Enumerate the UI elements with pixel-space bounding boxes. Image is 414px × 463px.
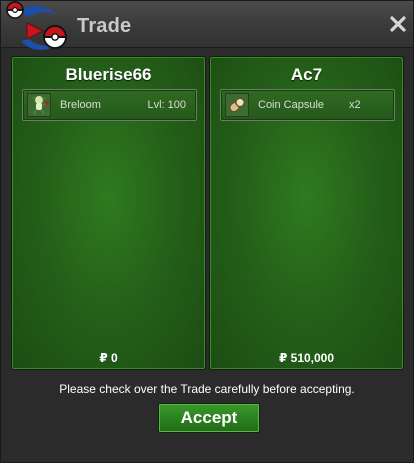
money-offer-right: ₽ 510,000 (278, 351, 335, 365)
offer-panel-left: Bluerise66 Breloom Lvl: 100 ₽ 0 (11, 56, 206, 370)
money-offer-left: ₽ 0 (99, 351, 118, 365)
player-name-left: Bluerise66 (65, 65, 152, 84)
trade-window: Trade Bluerise66 Breloom Lvl: 100 ₽ 0 Ac… (0, 0, 414, 463)
window-title: Trade (77, 15, 132, 37)
offer-panel-right: Ac7 Coin Capsule x2 ₽ 510,000 (209, 56, 404, 370)
trade-item-level-left: Lvl: 100 (147, 99, 186, 111)
coin-capsule-icon (225, 93, 249, 117)
trade-item-left[interactable]: Breloom Lvl: 100 (22, 89, 197, 121)
trade-notice: Please check over the Trade carefully be… (59, 382, 355, 396)
close-icon[interactable] (389, 15, 407, 33)
trade-item-quantity-right: x2 (349, 99, 361, 111)
trade-item-right[interactable]: Coin Capsule x2 (220, 89, 395, 121)
accept-button[interactable]: Accept (158, 403, 260, 433)
breloom-sprite-icon (27, 93, 51, 117)
player-name-right: Ac7 (290, 65, 323, 84)
pokeball-logo-icon (6, 1, 67, 50)
trade-item-name-left: Breloom (60, 99, 101, 111)
trade-item-name-right: Coin Capsule (258, 99, 325, 111)
